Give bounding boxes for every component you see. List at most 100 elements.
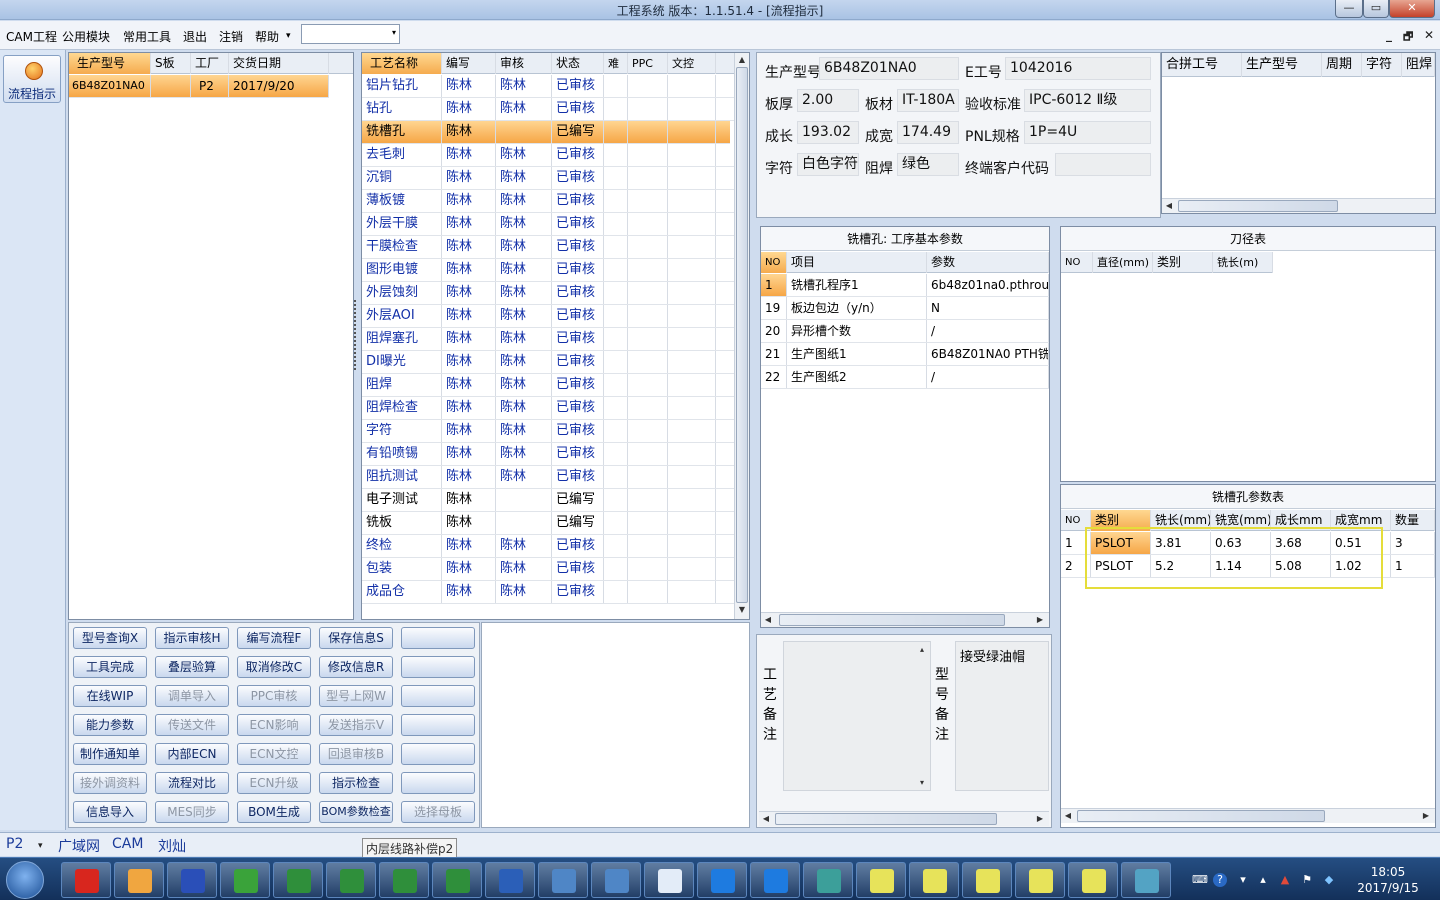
network-icon[interactable]: ◆: [1322, 873, 1336, 887]
params-hscrollbar[interactable]: ◀ ▶: [761, 612, 1049, 627]
merge-col[interactable]: 生产型号: [1242, 53, 1322, 77]
table-row[interactable]: 20 异形槽个数 /: [761, 320, 1049, 343]
width-field[interactable]: 174.49: [897, 121, 959, 144]
menu-combo-box[interactable]: ▾: [301, 24, 400, 44]
table-row[interactable]: 干膜检查 陈林 陈林 已审核: [362, 236, 734, 259]
col-doc-control[interactable]: 文控: [668, 53, 716, 74]
scroll-down-icon[interactable]: ▾: [917, 778, 927, 787]
action-button[interactable]: [401, 656, 475, 678]
help-dropdown-icon[interactable]: ▾: [286, 31, 291, 41]
col-type[interactable]: 类别: [1153, 252, 1213, 273]
action-button[interactable]: [401, 714, 475, 736]
splitter-handle[interactable]: [354, 300, 359, 370]
mdi-close-button[interactable]: ✕: [1424, 28, 1434, 42]
table-row[interactable]: 6B48Z01NA0 P2 2017/9/20: [69, 75, 329, 98]
taskbar-button[interactable]: [856, 862, 906, 898]
action-button[interactable]: 在线WIP: [73, 685, 147, 707]
taskbar-button[interactable]: [273, 862, 323, 898]
taskbar-button[interactable]: [803, 862, 853, 898]
action-button[interactable]: 编写流程F: [237, 627, 311, 649]
col-difficulty[interactable]: 难: [604, 53, 628, 74]
process-grid-scrollbar[interactable]: ▲ ▼: [734, 53, 749, 619]
taskbar-button[interactable]: [1015, 862, 1065, 898]
start-button[interactable]: [6, 861, 44, 899]
action-button[interactable]: 修改信息R: [319, 656, 393, 678]
scroll-up-icon[interactable]: ▲: [737, 55, 747, 64]
model-remark-textarea[interactable]: 接受绿油帽: [955, 641, 1049, 791]
action-button[interactable]: MES同步: [155, 801, 229, 823]
scroll-thumb[interactable]: [775, 813, 997, 825]
taskbar-button[interactable]: [114, 862, 164, 898]
merge-col[interactable]: 字符: [1362, 53, 1402, 77]
taskbar-button[interactable]: [432, 862, 482, 898]
process-remark-textarea[interactable]: ▴ ▾: [783, 641, 931, 791]
table-row[interactable]: 22 生产图纸2/: [761, 366, 1049, 389]
col-s-board[interactable]: S板: [151, 53, 191, 74]
taskbar-button[interactable]: [485, 862, 535, 898]
scroll-left-icon[interactable]: ◀: [763, 615, 773, 624]
taskbar-button[interactable]: [1068, 862, 1118, 898]
scroll-left-icon[interactable]: ◀: [1164, 201, 1174, 210]
table-row[interactable]: 外层AOI 陈林 陈林 已审核: [362, 305, 734, 328]
table-row[interactable]: 21 生产图纸1 6B48Z01NA0 PTH铣...: [761, 343, 1049, 366]
maximize-button[interactable]: ▭: [1363, 0, 1389, 18]
taskbar-button[interactable]: [220, 862, 270, 898]
customer-field[interactable]: [1055, 153, 1151, 176]
table-row[interactable]: 沉铜 陈林 陈林 已审核: [362, 167, 734, 190]
taskbar-button[interactable]: [750, 862, 800, 898]
chevron-down-icon[interactable]: ▾: [38, 841, 43, 851]
scroll-left-icon[interactable]: ◀: [1063, 811, 1073, 820]
col-param[interactable]: 参数: [927, 252, 1049, 273]
tray-menu-icon[interactable]: ▾: [1236, 873, 1250, 887]
flow-instruction-button[interactable]: 流程指示: [3, 55, 61, 103]
minimize-button[interactable]: —: [1335, 0, 1363, 18]
action-button[interactable]: BOM参数检查: [319, 801, 393, 823]
col-diameter[interactable]: 直径(mm): [1093, 252, 1153, 273]
table-row[interactable]: 电子测试 陈林 已编写: [362, 489, 734, 512]
taskbar-button[interactable]: [962, 862, 1012, 898]
action-button[interactable]: 传送文件: [155, 714, 229, 736]
menu-logout[interactable]: 注销: [219, 28, 243, 45]
action-button[interactable]: PPC审核: [237, 685, 311, 707]
table-row[interactable]: 阻抗测试 陈林 陈林 已审核: [362, 466, 734, 489]
action-button[interactable]: 选择母板: [401, 801, 475, 823]
menu-common-modules[interactable]: 公用模块: [62, 28, 110, 45]
action-button[interactable]: ECN升级: [237, 772, 311, 794]
table-row[interactable]: 包装 陈林 陈林 已审核: [362, 558, 734, 581]
action-button[interactable]: 取消修改C: [237, 656, 311, 678]
col-delivery[interactable]: 交货日期: [229, 53, 329, 74]
scroll-left-icon[interactable]: ◀: [761, 814, 771, 823]
action-button[interactable]: 保存信息S: [319, 627, 393, 649]
action-button[interactable]: 指示检查: [319, 772, 393, 794]
model-field[interactable]: 6B48Z01NA0: [819, 57, 959, 80]
taskbar-button[interactable]: [909, 862, 959, 898]
action-button[interactable]: 制作通知单: [73, 743, 147, 765]
action-button[interactable]: ECN文控: [237, 743, 311, 765]
tray-app-icon[interactable]: ▲: [1278, 873, 1292, 887]
taskbar-button[interactable]: [326, 862, 376, 898]
action-button[interactable]: 叠层验算: [155, 656, 229, 678]
scroll-up-icon[interactable]: ▴: [917, 645, 927, 654]
merge-grid-hscrollbar[interactable]: ◀: [1162, 198, 1435, 213]
taskbar-button[interactable]: [538, 862, 588, 898]
eno-field[interactable]: 1042016: [1005, 57, 1151, 80]
col-status[interactable]: 状态: [552, 53, 604, 74]
table-row[interactable]: 外层干膜 陈林 陈林 已审核: [362, 213, 734, 236]
scroll-thumb[interactable]: [1178, 200, 1338, 212]
taskbar-button[interactable]: [61, 862, 111, 898]
action-button[interactable]: [401, 627, 475, 649]
mdi-restore-button[interactable]: 🗗: [1403, 28, 1413, 47]
table-row[interactable]: 阻焊 陈林 陈林 已审核: [362, 374, 734, 397]
scroll-right-icon[interactable]: ▶: [1421, 811, 1431, 820]
scroll-thumb[interactable]: [1077, 810, 1325, 822]
action-button[interactable]: BOM生成: [237, 801, 311, 823]
table-row[interactable]: 成品仓 陈林 陈林 已审核: [362, 581, 734, 604]
action-button[interactable]: 指示审核H: [155, 627, 229, 649]
taskbar-button[interactable]: [591, 862, 641, 898]
taskbar-button[interactable]: [697, 862, 747, 898]
mdi-minimize-button[interactable]: _: [1386, 28, 1392, 42]
action-button[interactable]: 能力参数: [73, 714, 147, 736]
table-row[interactable]: 有铅喷锡 陈林 陈林 已审核: [362, 443, 734, 466]
col-item[interactable]: 项目: [787, 252, 927, 273]
taskbar-button[interactable]: [644, 862, 694, 898]
